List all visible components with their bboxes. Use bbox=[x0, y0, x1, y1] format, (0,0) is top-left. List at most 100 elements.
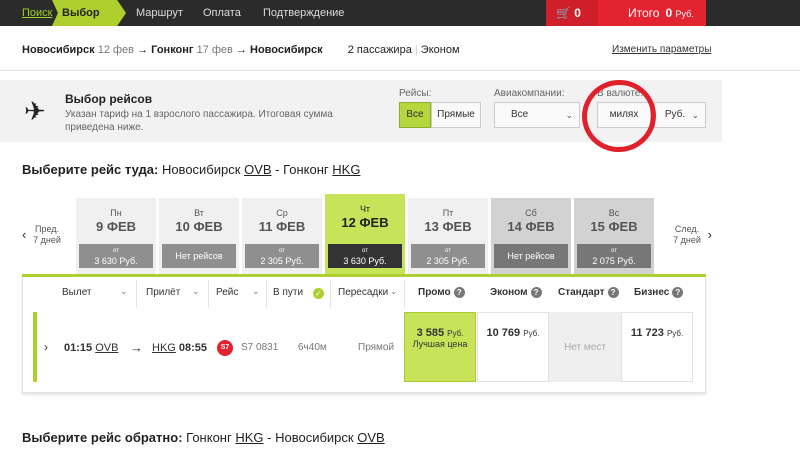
order-total: Итого 0 Руб. bbox=[598, 0, 706, 26]
step-select-active[interactable]: Выбор bbox=[52, 0, 126, 26]
economy-fare-cell[interactable]: 10 769 Руб. bbox=[477, 312, 549, 382]
business-price: 11 723 Руб. bbox=[630, 327, 684, 339]
arrow-right-icon: → bbox=[130, 340, 143, 355]
column-header-flight[interactable]: Рейс bbox=[216, 287, 238, 298]
day-price: от 2 075 Руб. bbox=[577, 244, 651, 268]
cart-count: 0 bbox=[574, 6, 581, 20]
departure: 01:15 OVB bbox=[64, 342, 119, 354]
divider bbox=[330, 280, 331, 308]
next-week-button[interactable]: › След. 7 дней bbox=[662, 224, 712, 246]
prev-week-label-2: 7 дней bbox=[33, 235, 61, 245]
column-header-departure[interactable]: Вылет bbox=[62, 287, 92, 298]
day-price: от 2 305 Руб. bbox=[411, 244, 485, 268]
route-to: Новосибирск bbox=[250, 44, 323, 56]
step-route: Маршрут bbox=[136, 7, 183, 19]
chevron-down-icon[interactable]: ⌄ bbox=[192, 286, 200, 297]
filter-description: Указан тариф на 1 взрослого пассажира. И… bbox=[65, 109, 333, 133]
day-of-week: Ср bbox=[276, 208, 288, 218]
column-header-promo: Промо? bbox=[418, 287, 465, 298]
help-icon[interactable]: ? bbox=[530, 287, 542, 298]
passengers-count: 2 пассажира bbox=[347, 44, 412, 56]
change-parameters-link[interactable]: Изменить параметры bbox=[612, 44, 711, 55]
help-icon[interactable]: ? bbox=[607, 287, 619, 298]
column-header-standard: Стандарт? bbox=[558, 287, 619, 298]
day-date: 11 ФЕВ bbox=[258, 219, 306, 234]
chevron-right-icon: › bbox=[707, 227, 712, 242]
divider bbox=[136, 280, 137, 308]
day-tab-sun[interactable]: Вс 15 ФЕВ от 2 075 Руб. bbox=[574, 198, 654, 274]
stops-value: Прямой bbox=[358, 342, 395, 353]
cart-button[interactable]: 🛒 0 bbox=[546, 0, 598, 26]
column-header-arrival[interactable]: Прилёт bbox=[146, 287, 180, 298]
outbound-to: Гонконг bbox=[283, 162, 329, 177]
outbound-from-code: OVB bbox=[244, 162, 272, 177]
airplane-icon: ✈ bbox=[24, 96, 46, 126]
no-seats-label: Нет мест bbox=[564, 342, 606, 353]
day-of-week: Сб bbox=[525, 208, 537, 218]
standard-fare-cell: Нет мест bbox=[549, 312, 621, 382]
day-date: 12 ФЕВ bbox=[341, 215, 389, 230]
outbound-prefix: Выберите рейс туда: bbox=[22, 162, 159, 177]
row-accent bbox=[33, 312, 37, 382]
divider bbox=[404, 280, 405, 308]
day-date: 14 ФЕВ bbox=[507, 219, 555, 234]
chevron-down-icon: ⌄ bbox=[565, 110, 573, 120]
route-summary: Новосибирск 12 фев → Гонконг 17 фев → Но… bbox=[22, 44, 460, 56]
chevron-down-icon[interactable]: ⌄ bbox=[390, 286, 398, 297]
best-price-label: Лучшая цена bbox=[412, 339, 468, 349]
airlines-value: Все bbox=[511, 109, 529, 120]
help-icon[interactable]: ? bbox=[672, 287, 684, 298]
total-value: 0 bbox=[665, 6, 673, 20]
outbound-to-code: HKG bbox=[332, 162, 361, 177]
total-currency: Руб. bbox=[675, 9, 694, 19]
chevron-down-icon: ⌄ bbox=[691, 110, 699, 120]
help-icon[interactable]: ? bbox=[453, 287, 465, 298]
chevron-down-icon[interactable]: ⌄ bbox=[120, 286, 128, 297]
day-of-week: Вт bbox=[194, 208, 204, 218]
expand-row-icon[interactable]: › bbox=[44, 340, 48, 354]
business-fare-cell[interactable]: 11 723 Руб. bbox=[621, 312, 693, 382]
divider bbox=[0, 70, 800, 71]
economy-price: 10 769 Руб. bbox=[486, 327, 540, 339]
divider bbox=[208, 280, 209, 308]
prev-week-button[interactable]: ‹ Пред. 7 дней bbox=[22, 224, 72, 246]
column-header-economy: Эконом? bbox=[490, 287, 542, 298]
return-to: Новосибирск bbox=[275, 430, 354, 445]
column-header-stops[interactable]: Пересадки bbox=[338, 287, 388, 298]
step-search-link[interactable]: Поиск bbox=[22, 0, 52, 26]
day-price: Нет рейсов bbox=[494, 244, 568, 268]
promo-fare-cell[interactable]: 3 585 Руб. Лучшая цена bbox=[404, 312, 476, 382]
step-confirmation: Подтверждение bbox=[263, 7, 345, 19]
day-tab-wed[interactable]: Ср 11 ФЕВ от 2 305 Руб. bbox=[242, 198, 322, 274]
day-tab-thu-selected[interactable]: Чт 12 ФЕВ от 3 630 Руб. bbox=[325, 194, 405, 274]
day-tab-tue[interactable]: Вт 10 ФЕВ Нет рейсов bbox=[159, 198, 239, 274]
flights-filter-label: Рейсы: bbox=[399, 88, 432, 99]
check-icon[interactable]: ✓ bbox=[313, 288, 324, 299]
return-from: Гонконг bbox=[186, 430, 232, 445]
day-of-week: Пт bbox=[442, 208, 454, 218]
filter-all-button[interactable]: Все bbox=[399, 102, 431, 128]
column-header-duration[interactable]: В пути bbox=[273, 287, 303, 298]
filter-direct-button[interactable]: Прямые bbox=[431, 102, 481, 128]
cart-icon: 🛒 bbox=[556, 6, 571, 20]
prev-week-label-1: Пред. bbox=[34, 224, 60, 234]
airlines-select[interactable]: Все ⌄ bbox=[494, 102, 580, 128]
return-heading: Выберите рейс обратно: Гонконг HKG - Нов… bbox=[22, 430, 385, 445]
day-tab-sat[interactable]: Сб 14 ФЕВ Нет рейсов bbox=[491, 198, 571, 274]
day-price: от 3 630 Руб. bbox=[328, 244, 402, 268]
airlines-label: Авиакомпании: bbox=[494, 88, 565, 99]
filter-title: Выбор рейсов bbox=[65, 92, 153, 106]
chevron-down-icon[interactable]: ⌄ bbox=[252, 286, 260, 297]
route-via-date: 17 фев bbox=[196, 44, 233, 56]
arrival: HKG 08:55 bbox=[152, 342, 208, 354]
day-date: 10 ФЕВ bbox=[175, 219, 223, 234]
day-price: Нет рейсов bbox=[162, 244, 236, 268]
currency-select[interactable]: Руб. ⌄ bbox=[654, 102, 706, 128]
next-week-label-2: 7 дней bbox=[673, 235, 701, 245]
day-tab-mon[interactable]: Пн 9 ФЕВ от 3 630 Руб. bbox=[76, 198, 156, 274]
divider: | bbox=[414, 44, 418, 56]
day-date: 9 ФЕВ bbox=[96, 219, 136, 234]
day-tab-fri[interactable]: Пт 13 ФЕВ от 2 305 Руб. bbox=[408, 198, 488, 274]
outbound-heading: Выберите рейс туда: Новосибирск OVB - Го… bbox=[22, 162, 361, 177]
divider bbox=[266, 280, 267, 308]
